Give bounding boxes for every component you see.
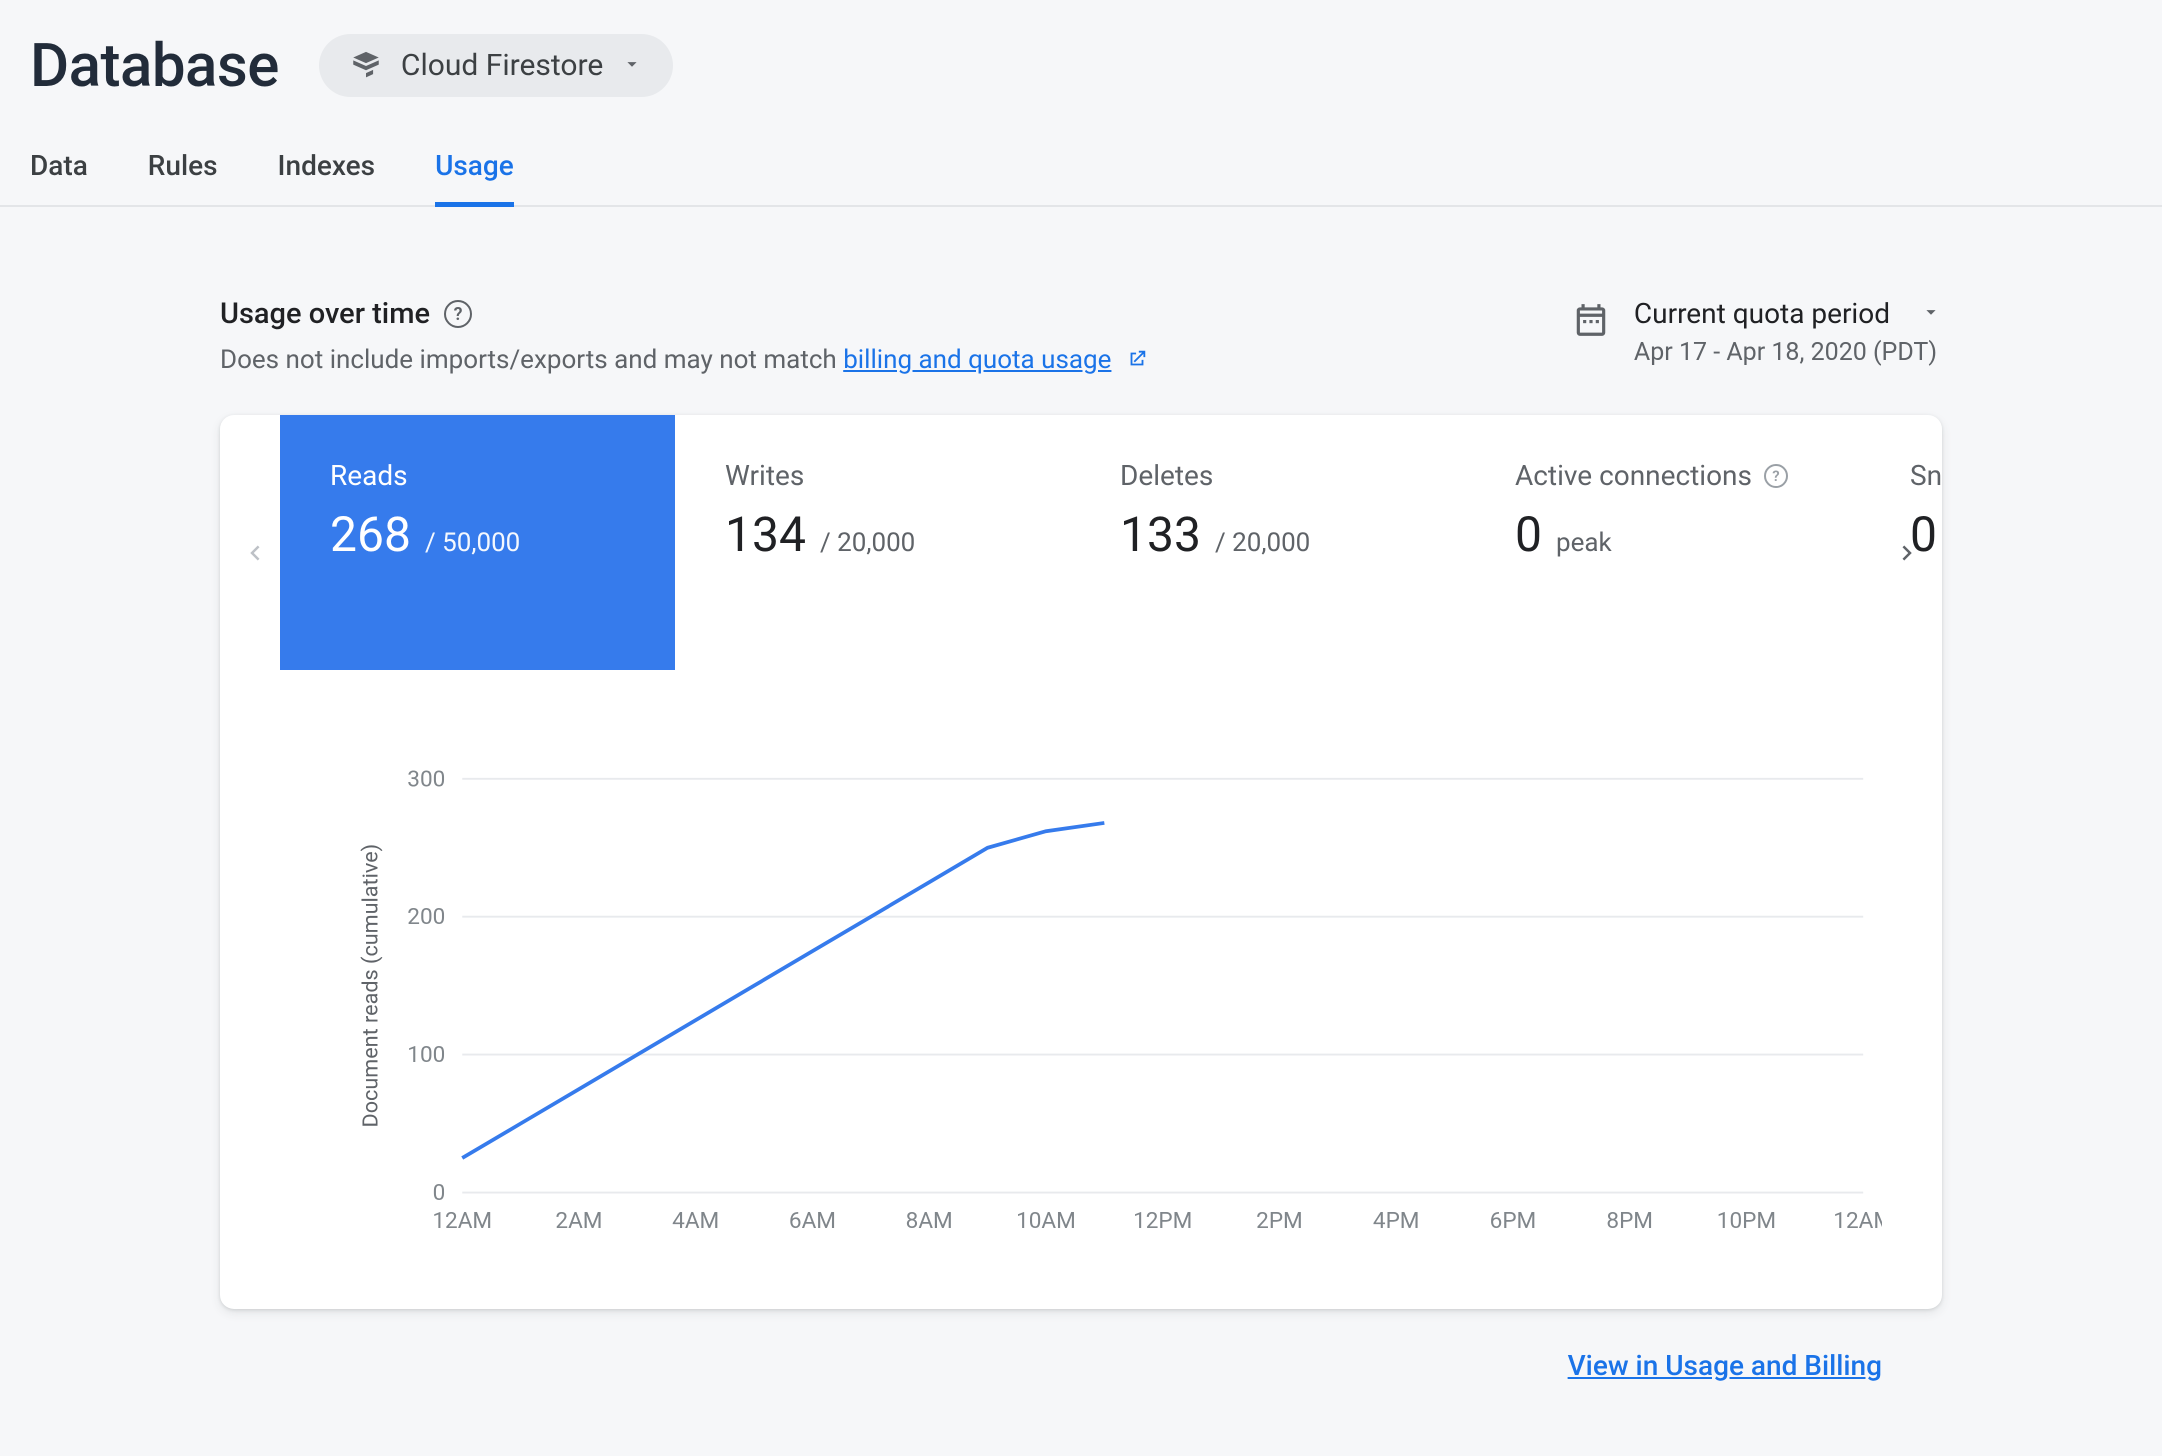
database-selector-label: Cloud Firestore xyxy=(401,48,603,83)
usage-card: Reads 268 / 50,000 Writes 134 / 20,000 D… xyxy=(220,415,1942,1309)
help-icon[interactable]: ? xyxy=(1764,464,1788,488)
metric-label: Snapshot listeners xyxy=(1910,459,1942,492)
svg-text:12AM: 12AM xyxy=(432,1207,492,1234)
metric-value: 0 xyxy=(1515,506,1542,563)
svg-text:4PM: 4PM xyxy=(1373,1207,1420,1234)
tab-data[interactable]: Data xyxy=(30,149,88,207)
svg-text:0: 0 xyxy=(433,1179,446,1206)
metric-limit: / 20,000 xyxy=(820,528,915,558)
reads-chart: 0 100 200 300 12AM 2AM 4AM 6AM 8AM 10AM 12PM 2PM 4PM… xyxy=(340,760,1882,1249)
page-title: Database xyxy=(30,30,279,101)
svg-text:300: 300 xyxy=(407,765,445,792)
tab-indexes[interactable]: Indexes xyxy=(278,149,376,207)
svg-text:2PM: 2PM xyxy=(1256,1207,1303,1234)
metric-prev-button[interactable] xyxy=(234,535,274,577)
svg-text:2AM: 2AM xyxy=(555,1207,602,1234)
external-link-icon xyxy=(1126,347,1148,369)
metric-deletes[interactable]: Deletes 133 / 20,000 xyxy=(1070,415,1465,670)
billing-quota-link[interactable]: billing and quota usage xyxy=(843,345,1111,375)
metric-writes[interactable]: Writes 134 / 20,000 xyxy=(675,415,1070,670)
metric-limit: / 20,000 xyxy=(1215,528,1310,558)
metric-value: 268 xyxy=(330,506,411,563)
database-selector[interactable]: Cloud Firestore xyxy=(319,34,673,97)
calendar-icon xyxy=(1572,301,1610,343)
metric-label: Writes xyxy=(725,459,1020,492)
tab-rules[interactable]: Rules xyxy=(148,149,218,207)
svg-text:12PM: 12PM xyxy=(1133,1207,1192,1234)
svg-text:6AM: 6AM xyxy=(789,1207,836,1234)
svg-text:8AM: 8AM xyxy=(906,1207,953,1234)
metric-strip: Reads 268 / 50,000 Writes 134 / 20,000 D… xyxy=(220,415,1942,670)
usage-subtitle: Does not include imports/exports and may… xyxy=(220,345,1148,375)
tab-usage[interactable]: Usage xyxy=(435,149,514,207)
caret-down-icon xyxy=(1920,301,1942,327)
svg-text:10AM: 10AM xyxy=(1016,1207,1076,1234)
svg-text:200: 200 xyxy=(407,903,445,930)
tabs: Data Rules Indexes Usage xyxy=(0,101,2162,207)
svg-text:4AM: 4AM xyxy=(672,1207,719,1234)
metric-next-button[interactable] xyxy=(1888,535,1928,577)
metric-value: 133 xyxy=(1120,506,1201,563)
svg-text:12AM: 12AM xyxy=(1833,1207,1882,1234)
svg-text:10PM: 10PM xyxy=(1717,1207,1776,1234)
help-icon[interactable]: ? xyxy=(444,300,472,328)
metric-suffix: peak xyxy=(1556,528,1612,558)
metric-active-connections[interactable]: Active connections ? 0 peak xyxy=(1465,415,1860,670)
metric-reads[interactable]: Reads 268 / 50,000 xyxy=(280,415,675,670)
view-usage-billing-link[interactable]: View in Usage and Billing xyxy=(1568,1349,1882,1382)
quota-period-label: Current quota period xyxy=(1634,297,1890,330)
chart-area: 0 100 200 300 12AM 2AM 4AM 6AM 8AM 10AM 12PM 2PM 4PM… xyxy=(220,670,1942,1309)
usage-subtitle-prefix: Does not include imports/exports and may… xyxy=(220,345,843,375)
metric-limit: / 50,000 xyxy=(425,528,520,558)
svg-text:6PM: 6PM xyxy=(1490,1207,1537,1234)
metric-value: 134 xyxy=(725,506,806,563)
metric-label: Deletes xyxy=(1120,459,1415,492)
date-range-text: Apr 17 - Apr 18, 2020 (PDT) xyxy=(1634,338,1942,367)
svg-text:100: 100 xyxy=(407,1041,445,1068)
svg-text:8PM: 8PM xyxy=(1606,1207,1653,1234)
metric-label: Reads xyxy=(330,459,625,492)
svg-text:Document reads (cumulative): Document reads (cumulative) xyxy=(359,844,384,1128)
usage-over-time-title: Usage over time xyxy=(220,297,430,331)
caret-down-icon xyxy=(621,53,643,79)
date-range-selector[interactable]: Current quota period Apr 17 - Apr 18, 20… xyxy=(1634,297,1942,367)
firestore-icon xyxy=(349,49,383,83)
metric-label: Active connections xyxy=(1515,459,1752,492)
